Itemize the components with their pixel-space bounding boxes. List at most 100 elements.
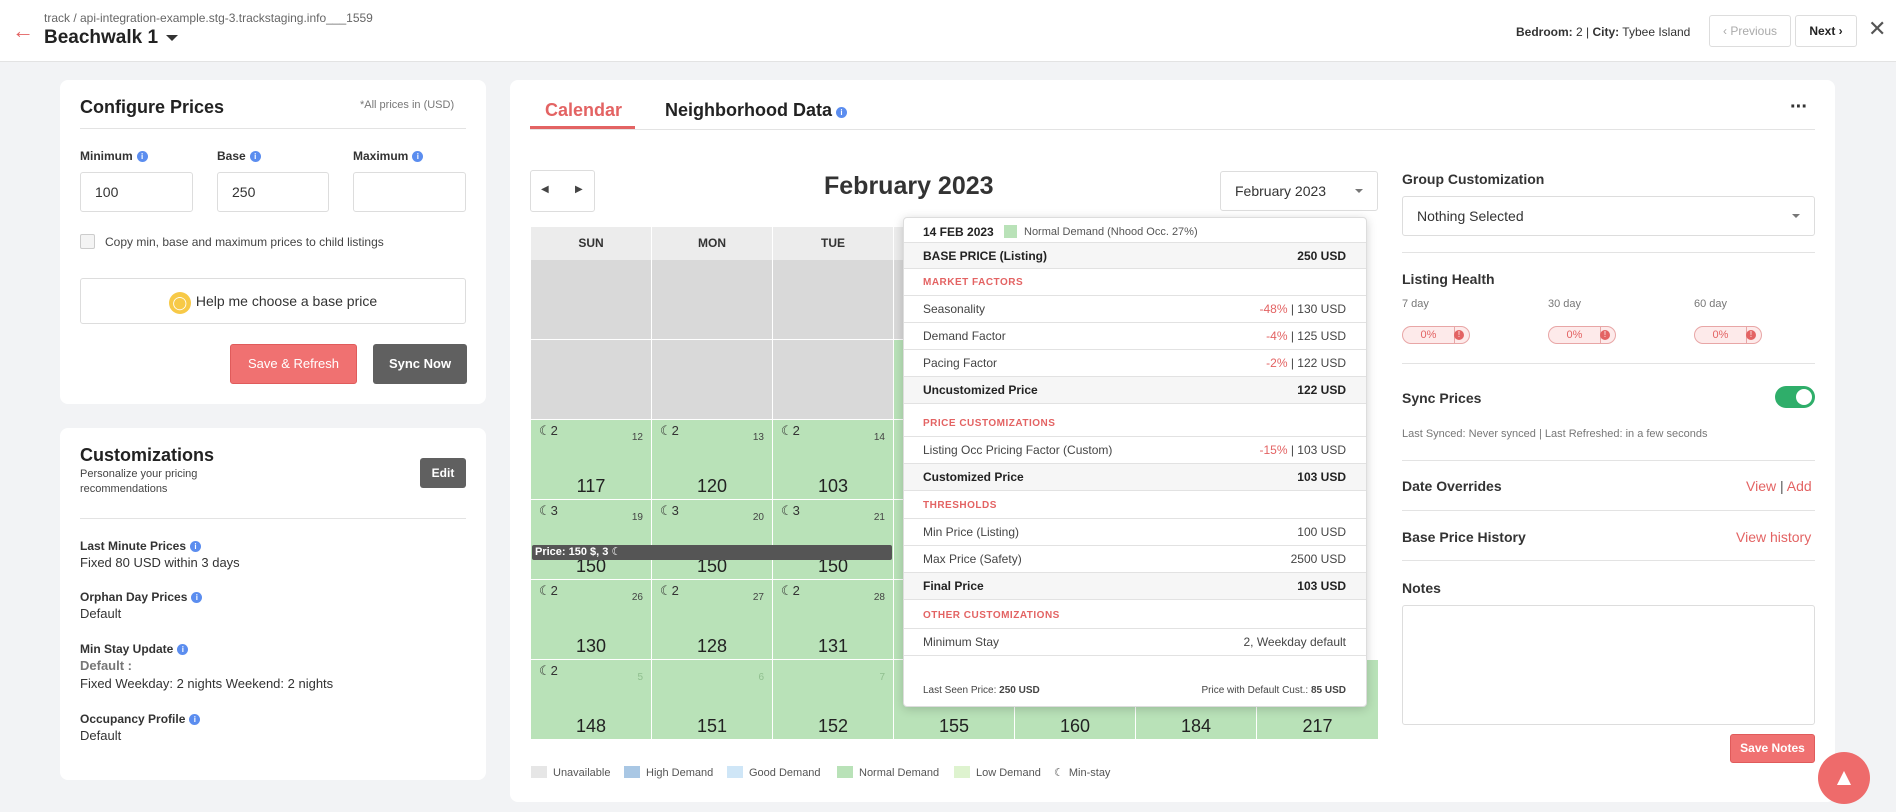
divider xyxy=(1402,460,1815,461)
view-history-link[interactable]: View history xyxy=(1736,529,1811,545)
base-price-input[interactable]: 250 xyxy=(217,172,329,212)
min-stay-icon: ☾2 xyxy=(539,583,558,598)
listing-title-dropdown[interactable]: Beachwalk 1 xyxy=(44,27,179,49)
calendar-day-cell[interactable]: ☾2 12 117 xyxy=(531,420,652,500)
notes-textarea[interactable] xyxy=(1402,605,1815,725)
info-icon[interactable]: i xyxy=(836,107,847,118)
caret-down-icon xyxy=(166,35,179,47)
add-override-link[interactable]: Add xyxy=(1787,478,1812,494)
calendar-day-cell[interactable]: ☾2 13 120 xyxy=(652,420,773,500)
day-header-sun: SUN xyxy=(531,227,652,260)
legend-good-demand: Good Demand xyxy=(727,766,821,779)
day-number: 12 xyxy=(631,432,643,443)
calendar-day-cell[interactable]: ☾2 28 131 xyxy=(773,580,894,660)
info-icon[interactable]: i xyxy=(190,541,202,552)
day-price: 120 xyxy=(696,476,728,496)
edit-button[interactable]: Edit xyxy=(420,458,466,488)
occupancy-profile-label: Occupancy Profile i xyxy=(80,712,201,726)
alert-icon: ! xyxy=(1746,330,1756,340)
day-price: 130 xyxy=(575,636,607,656)
calendar-day-cell[interactable]: ☾2 14 103 xyxy=(773,420,894,500)
listing-title: Beachwalk 1 xyxy=(44,27,159,48)
day-price: 151 xyxy=(696,716,728,736)
help-label: Help me choose a base price xyxy=(195,293,378,309)
help-base-price-button[interactable]: ◯ Help me choose a base price xyxy=(80,278,466,324)
moon-icon: ☾ xyxy=(611,546,622,558)
info-icon[interactable]: i xyxy=(191,592,203,603)
calendar-day-cell[interactable]: ☾3 21 150 xyxy=(773,500,894,580)
prev-month-icon[interactable]: ◀ xyxy=(541,184,549,195)
price-customizations-heading: PRICE CUSTOMIZATIONS xyxy=(904,410,1366,437)
calendar-day-cell[interactable]: ☾3 19 150 xyxy=(531,500,652,580)
day-number: 19 xyxy=(631,512,643,523)
save-notes-button[interactable]: Save Notes xyxy=(1730,734,1815,763)
day-number: 5 xyxy=(637,672,643,683)
day-price: 128 xyxy=(696,636,728,656)
min-stay-icon: ☾3 xyxy=(539,503,558,518)
min-stay-default: Default : xyxy=(80,658,132,673)
breadcrumb[interactable]: track / api-integration-example.stg-3.tr… xyxy=(44,11,373,25)
save-refresh-button[interactable]: Save & Refresh xyxy=(230,344,357,384)
group-customization-value: Nothing Selected xyxy=(1417,208,1524,224)
info-icon[interactable]: i xyxy=(136,151,148,162)
base-price-history-label: Base Price History xyxy=(1402,529,1526,545)
last-minute-label: Last Minute Prices i xyxy=(80,539,202,553)
sync-prices-toggle[interactable] xyxy=(1775,386,1815,408)
calendar-day-cell[interactable]: 7 152 xyxy=(773,660,894,740)
next-month-icon[interactable]: ▶ xyxy=(575,184,583,195)
divider xyxy=(1402,363,1815,364)
info-icon[interactable]: i xyxy=(249,151,261,162)
tab-neighborhood[interactable]: Neighborhood Data i xyxy=(665,100,847,121)
orphan-day-value: Default xyxy=(80,606,122,621)
min-stay-icon: ☾2 xyxy=(781,583,800,598)
minimum-stay-row: Minimum Stay 2, Weekday default xyxy=(904,629,1366,656)
maximum-price-input[interactable] xyxy=(353,172,466,212)
previous-label: Previous xyxy=(1730,24,1778,38)
info-icon[interactable]: i xyxy=(412,151,424,162)
info-icon[interactable]: i xyxy=(189,714,201,725)
previous-button[interactable]: ‹ Previous xyxy=(1709,15,1791,47)
minimum-price-input[interactable]: 100 xyxy=(80,172,193,212)
calendar-day-cell[interactable]: ☾3 20 150 xyxy=(652,500,773,580)
calendar-day-cell[interactable]: ☾2 26 130 xyxy=(531,580,652,660)
min-stay-icon: ☾2 xyxy=(660,423,679,438)
default-cust-price: Price with Default Cust.: 85 USD xyxy=(1201,685,1346,696)
health-30day-label: 30 day xyxy=(1548,298,1582,310)
legend-swatch xyxy=(727,766,743,778)
next-label: Next xyxy=(1809,24,1836,38)
group-customization-select[interactable]: Nothing Selected xyxy=(1402,196,1815,236)
day-number: 6 xyxy=(758,672,764,683)
view-overrides-link[interactable]: View xyxy=(1746,478,1776,494)
legend-low-demand: Low Demand xyxy=(954,766,1041,779)
tabs-divider xyxy=(530,129,1815,130)
tab-calendar[interactable]: Calendar xyxy=(545,100,622,121)
sync-status: Last Synced: Never synced | Last Refresh… xyxy=(1402,428,1708,440)
health-30day-value: 0% xyxy=(1549,327,1601,343)
month-select[interactable]: February 2023 xyxy=(1220,171,1378,211)
next-button[interactable]: Next › xyxy=(1795,15,1857,47)
group-customization-label: Group Customization xyxy=(1402,171,1545,187)
min-stay-icon: ☾2 xyxy=(539,663,558,678)
close-icon[interactable]: ✕ xyxy=(1868,16,1886,42)
copy-checkbox[interactable] xyxy=(80,234,95,249)
customized-price-row: Customized Price 103 USD xyxy=(904,464,1366,491)
divider xyxy=(80,128,466,129)
occ-pricing-factor-row: Listing Occ Pricing Factor (Custom) -15% … xyxy=(904,437,1366,464)
price-breakdown-popover: 14 FEB 2023 Normal Demand (Nhood Occ. 27… xyxy=(903,217,1367,707)
calendar-cell-unavailable xyxy=(773,340,894,420)
calendar-day-cell[interactable]: 6 151 xyxy=(652,660,773,740)
occupancy-profile-value: Default xyxy=(80,728,122,743)
market-factors-heading: MARKET FACTORS xyxy=(904,269,1366,296)
graduation-cap-help-button[interactable]: ▲ xyxy=(1818,752,1870,804)
sync-now-button[interactable]: Sync Now xyxy=(373,344,467,384)
back-arrow-icon[interactable]: ← xyxy=(12,18,34,44)
day-number: 27 xyxy=(752,592,764,603)
more-options-icon[interactable]: ··· xyxy=(1790,96,1808,119)
max-price-row: Max Price (Safety) 2500 USD xyxy=(904,546,1366,573)
info-icon[interactable]: i xyxy=(177,644,189,655)
day-number: 7 xyxy=(879,672,885,683)
popover-date: 14 FEB 2023 xyxy=(923,225,994,239)
month-select-value: February 2023 xyxy=(1235,183,1327,199)
calendar-day-cell[interactable]: ☾2 5 148 xyxy=(531,660,652,740)
calendar-day-cell[interactable]: ☾2 27 128 xyxy=(652,580,773,660)
